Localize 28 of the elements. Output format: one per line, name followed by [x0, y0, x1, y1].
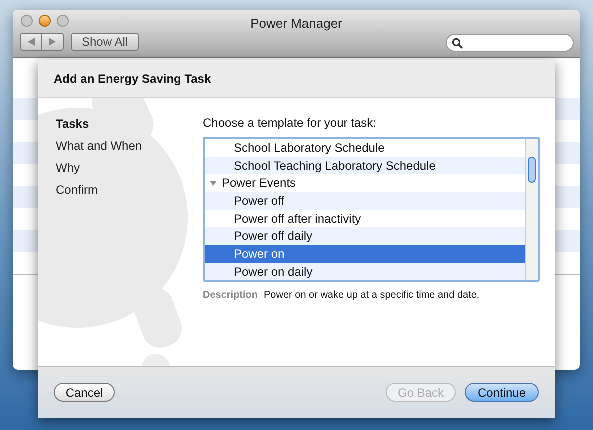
- close-button[interactable]: [21, 15, 33, 27]
- zoom-button[interactable]: [57, 15, 69, 27]
- left-arrow-icon: [28, 38, 34, 46]
- sheet-title: Add an Energy Saving Task: [54, 70, 212, 88]
- cancel-button[interactable]: Cancel: [54, 383, 115, 402]
- list-row[interactable]: Power off: [205, 192, 525, 210]
- back-arrow-button[interactable]: [20, 33, 42, 51]
- search-field[interactable]: [446, 34, 574, 52]
- step-item: Confirm: [56, 182, 100, 199]
- prompt-label: Choose a template for your task:: [203, 115, 378, 132]
- list-row[interactable]: Power off daily: [205, 227, 525, 246]
- description-label: Description: [203, 289, 258, 303]
- scrollbar-thumb[interactable]: [528, 157, 536, 183]
- list-row[interactable]: Power on: [205, 245, 525, 263]
- description-text: Power on or wake up at a specific time and date.: [264, 289, 480, 303]
- search-icon: [452, 38, 463, 48]
- right-arrow-icon: [49, 38, 56, 46]
- continue-button[interactable]: Continue: [465, 383, 539, 402]
- show-all-button[interactable]: Show All: [71, 33, 140, 51]
- minimize-button[interactable]: [39, 15, 51, 27]
- disclosure-down-icon[interactable]: [210, 180, 217, 187]
- step-item: Why: [56, 160, 81, 177]
- window-title: Power Manager: [250, 15, 344, 33]
- step-item: Tasks: [56, 116, 90, 133]
- step-item: What and When: [56, 138, 142, 155]
- list-row[interactable]: School Teaching Laboratory Schedule: [205, 156, 525, 174]
- list-row[interactable]: Power on daily: [205, 262, 525, 280]
- forward-arrow-button[interactable]: [42, 33, 64, 51]
